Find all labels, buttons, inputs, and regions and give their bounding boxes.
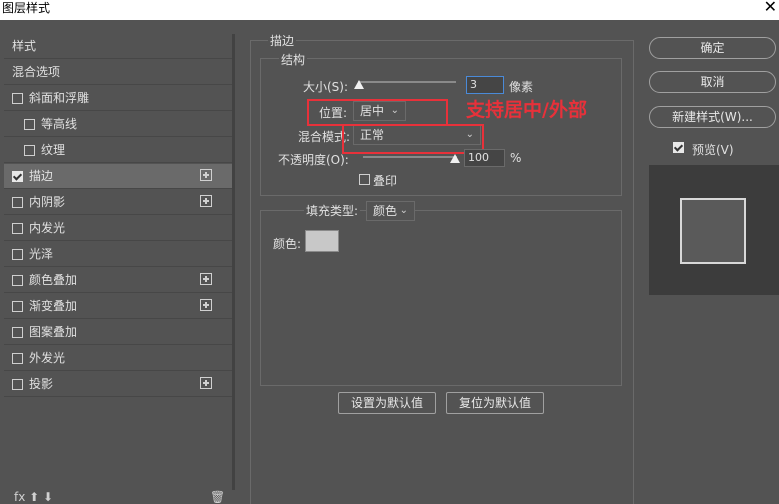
style-item-checkbox[interactable] [12,249,23,260]
add-style-icon[interactable] [200,273,212,285]
ok-button[interactable]: 确定 [649,37,776,59]
new-style-button[interactable]: 新建样式(W)... [649,106,776,128]
style-item-3[interactable]: 等高线 [4,112,232,137]
preview-checkbox[interactable] [673,142,684,153]
highlight-box-position [307,99,448,126]
reset-default-button[interactable]: 复位为默认值 [446,392,544,414]
overprint-label: 叠印 [373,174,398,188]
style-item-5[interactable]: 描边 [4,164,232,189]
cancel-button[interactable]: 取消 [649,71,776,93]
close-icon[interactable]: ✕ [764,0,777,16]
style-item-checkbox[interactable] [12,171,23,182]
style-item-checkbox[interactable] [24,119,35,130]
add-style-icon[interactable] [200,195,212,207]
style-item-11[interactable]: 图案叠加 [4,320,232,345]
style-item-label: 颜色叠加 [29,273,78,287]
style-item-label: 外发光 [29,351,66,365]
style-item-label: 描边 [29,169,54,183]
style-item-checkbox[interactable] [12,301,23,312]
opacity-input[interactable]: 100 [464,149,505,167]
fill-type-value: 颜色 [373,204,398,218]
style-item-10[interactable]: 渐变叠加 [4,294,232,319]
style-item-label: 等高线 [41,117,78,131]
style-item-12[interactable]: 外发光 [4,346,232,371]
color-swatch[interactable] [305,230,339,252]
stroke-section-title: 描边 [268,32,297,49]
style-item-checkbox[interactable] [12,275,23,286]
style-item-label: 纹理 [41,143,66,157]
style-item-checkbox[interactable] [12,223,23,234]
style-item-label: 渐变叠加 [29,299,78,313]
style-item-label: 内阴影 [29,195,66,209]
style-item-label: 图案叠加 [29,325,78,339]
style-item-label: 样式 [12,39,37,53]
style-item-13[interactable]: 投影 [4,372,232,397]
style-item-0[interactable]: 样式 [4,34,232,59]
add-style-icon[interactable] [200,169,212,181]
style-item-label: 投影 [29,377,54,391]
style-item-checkbox[interactable] [12,379,23,390]
styles-list-scrollbar[interactable] [232,34,235,490]
style-item-checkbox[interactable] [12,93,23,104]
style-item-checkbox[interactable] [24,145,35,156]
style-item-label: 混合选项 [12,65,61,79]
opacity-label: 不透明度(O): [278,153,349,167]
style-item-9[interactable]: 颜色叠加 [4,268,232,293]
preview-label: 预览(V) [692,143,734,157]
size-unit: 像素 [509,80,534,94]
fill-type-dropdown[interactable]: 颜色 ⌄ [366,201,415,221]
overprint-checkbox[interactable] [359,174,370,185]
annotation-text: 支持居中/外部 [466,99,587,121]
fill-type-label: 填充类型: [304,202,361,219]
structure-group-title: 结构 [279,51,308,68]
size-slider[interactable] [358,81,456,83]
style-item-label: 光泽 [29,247,54,261]
style-item-checkbox[interactable] [12,327,23,338]
title-bar: 图层样式 ✕ [0,0,779,20]
color-label: 颜色: [273,237,302,251]
add-style-icon[interactable] [200,299,212,311]
fx-menu-icon[interactable]: fx ⬆ ⬇ [14,490,53,504]
opacity-unit: % [510,151,522,165]
style-item-checkbox[interactable] [12,353,23,364]
style-item-4[interactable]: 纹理 [4,138,232,163]
style-item-7[interactable]: 内发光 [4,216,232,241]
size-input[interactable]: 3 [466,76,504,94]
opacity-slider[interactable] [363,156,457,158]
styles-list: 样式混合选项斜面和浮雕等高线纹理描边内阴影内发光光泽颜色叠加渐变叠加图案叠加外发… [0,34,233,490]
style-item-6[interactable]: 内阴影 [4,190,232,215]
opacity-slider-thumb[interactable] [450,154,460,163]
style-item-2[interactable]: 斜面和浮雕 [4,86,232,111]
set-default-button[interactable]: 设置为默认值 [338,392,436,414]
style-item-8[interactable]: 光泽 [4,242,232,267]
chevron-down-icon: ⌄ [399,205,408,216]
style-item-1[interactable]: 混合选项 [4,60,232,85]
window-title: 图层样式 [2,1,51,15]
highlight-box-blend [342,124,484,154]
add-style-icon[interactable] [200,377,212,389]
trash-icon[interactable]: 🗑 [210,490,225,504]
style-item-label: 斜面和浮雕 [29,91,90,105]
style-item-label: 内发光 [29,221,66,235]
preview-shape [680,198,746,264]
style-item-checkbox[interactable] [12,197,23,208]
size-slider-thumb[interactable] [354,80,364,89]
size-label: 大小(S): [303,80,349,94]
